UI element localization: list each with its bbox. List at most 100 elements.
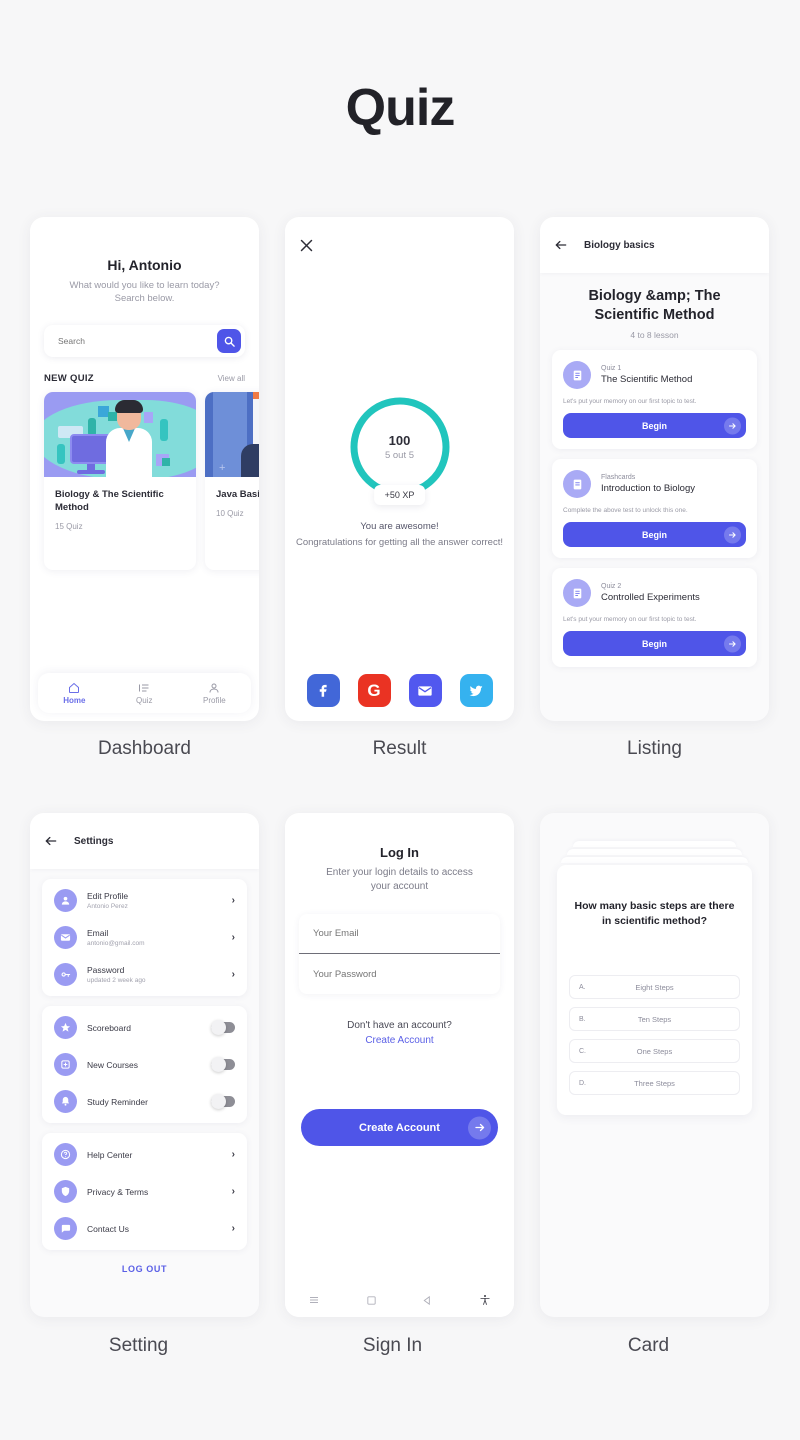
option-letter: D. xyxy=(579,1079,586,1087)
setting-row-privacy-terms[interactable]: Privacy & Terms › xyxy=(42,1173,247,1210)
view-all-link[interactable]: View all xyxy=(218,374,245,383)
xp-badge: +50 XP xyxy=(373,485,426,505)
menu-icon[interactable] xyxy=(308,1294,320,1306)
cta-label: Create Account xyxy=(359,1121,440,1134)
begin-button[interactable]: Begin xyxy=(563,631,746,656)
nav-item-quiz[interactable]: Quiz xyxy=(136,682,152,705)
lesson-name: Introduction to Biology xyxy=(601,483,696,494)
nav-item-home[interactable]: Home xyxy=(63,682,86,705)
page-title: Quiz xyxy=(345,79,456,137)
accessibility-icon[interactable] xyxy=(479,1294,491,1306)
password-field[interactable] xyxy=(299,954,500,994)
quiz-card-title: Biology & The Scientific Method xyxy=(55,489,164,513)
shield-icon xyxy=(54,1180,77,1203)
back-arrow-icon[interactable] xyxy=(44,834,58,848)
back-triangle-icon[interactable] xyxy=(422,1295,433,1306)
person-icon xyxy=(54,889,77,912)
close-icon[interactable] xyxy=(299,238,314,253)
chevron-right-icon: › xyxy=(231,1223,235,1234)
stack-shadow-card xyxy=(572,841,737,847)
begin-label: Begin xyxy=(641,529,667,540)
password-input[interactable] xyxy=(313,968,486,980)
flashcard[interactable]: How many basic steps are there in scient… xyxy=(557,865,752,1115)
search-button[interactable] xyxy=(217,329,241,353)
square-icon[interactable] xyxy=(366,1295,377,1306)
envelope-icon xyxy=(54,926,77,949)
settings-group-toggles: Scoreboard New Courses Study Reminder xyxy=(42,1006,247,1123)
setting-row-email[interactable]: Email antonio@gmail.com › xyxy=(42,919,247,956)
home-icon xyxy=(69,682,80,693)
option-value: Eight Steps xyxy=(635,982,674,992)
setting-row-help-center[interactable]: Help Center › xyxy=(42,1136,247,1173)
nav-item-profile[interactable]: Profile xyxy=(203,682,226,705)
twitter-icon[interactable] xyxy=(459,674,493,707)
biology-illustration xyxy=(44,392,196,477)
toggle-new-courses[interactable] xyxy=(211,1057,235,1072)
answer-options: A. Eight Steps B. Ten Steps C. One Steps… xyxy=(569,975,740,1095)
create-account-button[interactable]: Create Account xyxy=(301,1109,498,1146)
java-illustration: W + xyxy=(205,392,259,477)
answer-option-a[interactable]: A. Eight Steps xyxy=(569,975,740,999)
quiz-card-title: Java Basic OOPs xyxy=(216,489,259,500)
document-icon xyxy=(573,370,581,380)
no-account-text: Don't have an account? xyxy=(347,1020,452,1031)
listing-appbar: Biology basics xyxy=(540,217,769,273)
arrow-right-icon xyxy=(724,417,741,434)
quiz-card-count: 10 Quiz xyxy=(216,509,244,518)
caption-dashboard: Dashboard xyxy=(98,738,191,759)
quiz-cards-row: Biology & The Scientific Method 15 Quiz … xyxy=(30,392,259,570)
option-letter: A. xyxy=(579,983,586,991)
back-arrow-icon[interactable] xyxy=(554,238,568,252)
answer-option-c[interactable]: C. One Steps xyxy=(569,1039,740,1063)
screen-result: 100 5 out 5 +50 XP You are awesome! Cong… xyxy=(285,217,514,721)
nav-label: Quiz xyxy=(136,695,153,705)
answer-option-b[interactable]: B. Ten Steps xyxy=(569,1007,740,1031)
lesson-card: Quiz 1 The Scientific Method Let's put y… xyxy=(552,350,757,449)
setting-row-study-reminder[interactable]: Study Reminder xyxy=(42,1083,247,1120)
cards-icon xyxy=(573,479,581,489)
logout-button[interactable]: LOG OUT xyxy=(30,1264,259,1274)
answer-option-d[interactable]: D. Three Steps xyxy=(569,1071,740,1095)
option-letter: C. xyxy=(579,1047,586,1055)
setting-row-new-courses[interactable]: New Courses xyxy=(42,1046,247,1083)
lesson-card: Flashcards Introduction to Biology Compl… xyxy=(552,459,757,558)
person-icon xyxy=(209,683,219,693)
setting-title: Scoreboard xyxy=(87,1022,131,1033)
facebook-icon[interactable] xyxy=(306,674,340,707)
email-input[interactable] xyxy=(313,928,486,939)
screen-card: How many basic steps are there in scient… xyxy=(540,813,769,1317)
google-glyph: G xyxy=(367,681,381,700)
create-account-link[interactable]: Create Account xyxy=(285,1035,514,1046)
toggle-scoreboard[interactable] xyxy=(211,1020,235,1035)
appbar-title: Settings xyxy=(74,835,114,847)
quiz-card[interactable]: W + Java Basic OOPs 10 Quiz xyxy=(205,392,259,570)
setting-row-edit-profile[interactable]: Edit Profile Antonio Perez › xyxy=(42,882,247,919)
appbar-title: Biology basics xyxy=(584,239,655,251)
quiz-card[interactable]: Biology & The Scientific Method 15 Quiz xyxy=(44,392,196,570)
chevron-right-icon: › xyxy=(231,1149,235,1160)
setting-row-password[interactable]: Password updated 2 week ago › xyxy=(42,956,247,993)
caption-listing: Listing xyxy=(627,738,682,759)
setting-row-contact-us[interactable]: Contact Us › xyxy=(42,1210,247,1247)
email-field[interactable] xyxy=(299,914,500,954)
email-icon[interactable] xyxy=(408,674,442,707)
google-icon[interactable]: G xyxy=(357,674,391,707)
envelope-glyph xyxy=(418,685,432,696)
begin-button[interactable]: Begin xyxy=(563,413,746,438)
poster-root: Quiz Hi, Antonio What would you like to … xyxy=(0,0,800,1440)
begin-button[interactable]: Begin xyxy=(563,522,746,547)
search-input[interactable] xyxy=(44,336,217,346)
option-value: Ten Steps xyxy=(637,1014,672,1024)
lesson-name: The Scientific Method xyxy=(601,374,693,385)
nav-label: Home xyxy=(63,695,86,705)
setting-title: Password xyxy=(87,965,125,975)
listing-subtitle: 4 to 8 lesson xyxy=(630,330,679,340)
question-icon xyxy=(54,1143,77,1166)
setting-row-scoreboard[interactable]: Scoreboard xyxy=(42,1009,247,1046)
toggle-study-reminder[interactable] xyxy=(211,1094,235,1109)
listing-title: Biology &amp; The Scientific Method xyxy=(588,288,721,323)
search-bar[interactable] xyxy=(44,325,245,357)
screen-signin: Log In Enter your login details to acces… xyxy=(285,813,514,1317)
twitter-glyph xyxy=(469,685,483,696)
score-ring: 100 5 out 5 xyxy=(285,395,514,499)
